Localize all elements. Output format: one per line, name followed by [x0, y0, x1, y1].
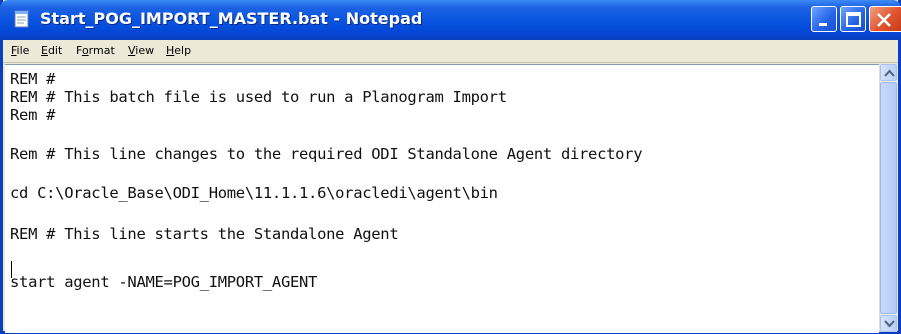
scroll-down-button[interactable]	[880, 315, 897, 332]
maximize-icon	[846, 12, 861, 27]
editor-line: REM # This batch file is used to run a P…	[10, 88, 507, 106]
editor-line: REM #	[10, 70, 56, 88]
close-button[interactable]	[869, 6, 901, 32]
window-title: Start_POG_IMPORT_MASTER.bat - Notepad	[40, 9, 423, 28]
notepad-window: Start_POG_IMPORT_MASTER.bat - Notepad Fi…	[0, 0, 901, 334]
vertical-scrollbar[interactable]	[879, 64, 897, 332]
menu-bar: File Edit Format View Help	[3, 40, 898, 63]
notepad-icon	[14, 10, 29, 28]
menu-file[interactable]: File	[11, 44, 29, 57]
editor-line: cd C:\Oracle_Base\ODI_Home\11.1.1.6\orac…	[10, 184, 498, 202]
minimize-icon	[819, 23, 827, 26]
chevron-down-icon	[884, 320, 895, 328]
menu-view[interactable]: View	[128, 44, 154, 57]
editor-line: Rem # This line changes to the required …	[10, 145, 643, 163]
text-editor[interactable]: REM # REM # This batch file is used to r…	[5, 64, 879, 333]
editor-line: REM # This line starts the Standalone Ag…	[10, 225, 399, 243]
editor-line: Rem #	[10, 106, 56, 124]
title-bar[interactable]: Start_POG_IMPORT_MASTER.bat - Notepad	[0, 0, 901, 40]
menu-help[interactable]: Help	[166, 44, 191, 57]
minimize-button[interactable]	[811, 6, 837, 32]
scroll-up-button[interactable]	[880, 64, 897, 81]
menu-edit[interactable]: Edit	[41, 44, 62, 57]
close-icon	[877, 13, 891, 27]
editor-line: start agent -NAME=POG_IMPORT_AGENT	[10, 273, 318, 291]
menu-format[interactable]: Format	[76, 44, 115, 57]
chevron-up-icon	[884, 69, 895, 77]
scrollbar-thumb[interactable]	[880, 82, 897, 314]
maximize-button[interactable]	[840, 6, 866, 32]
